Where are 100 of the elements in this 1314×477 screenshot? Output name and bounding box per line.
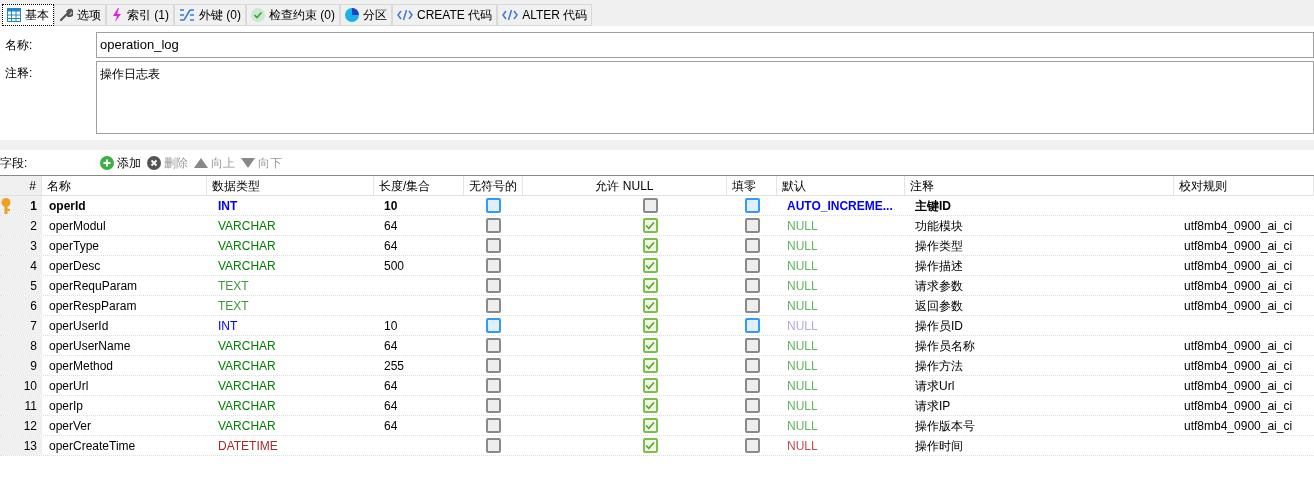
table-cell: 操作员名称 (915, 338, 975, 353)
bolt-icon (111, 8, 123, 22)
checkbox[interactable] (744, 238, 760, 253)
table-row[interactable]: 11 operIp VARCHAR 64 NULL 请求IP utf8mb4_0900_ai_ci (0, 396, 1314, 416)
tab[interactable]: 基本 (2, 4, 54, 26)
name-field[interactable]: operation_log (96, 32, 1314, 58)
checkbox[interactable] (486, 278, 501, 293)
checkbox[interactable] (744, 398, 760, 413)
table-row[interactable]: 1 operId INT 10 AUTO_INCREME... 主键ID (0, 196, 1314, 216)
table-row[interactable]: 3 operType VARCHAR 64 NULL 操作类型 utf8mb4_0900_ai_ci (0, 236, 1314, 256)
column-header[interactable]: 数据类型 (207, 176, 374, 195)
checkbox[interactable] (486, 338, 501, 353)
table-row[interactable]: 5 operRequParam TEXT NULL 请求参数 utf8mb4_0900_ai_ci (0, 276, 1314, 296)
checkbox[interactable] (486, 358, 501, 373)
column-header[interactable]: 填零 (727, 176, 777, 195)
tab[interactable]: 外键 (0) (174, 4, 246, 26)
table-cell: VARCHAR (218, 338, 276, 353)
tab[interactable]: 检查约束 (0) (246, 4, 340, 26)
table-cell: NULL (787, 378, 818, 393)
table-cell: DATETIME (218, 438, 278, 453)
table-row[interactable]: 8 operUserName VARCHAR 64 NULL 操作员名称 utf8mb4_0900_ai_ci (0, 336, 1314, 356)
table-cell: operIp (49, 398, 84, 413)
table-cell: utf8mb4_0900_ai_ci (1184, 238, 1293, 253)
checkbox[interactable] (486, 378, 501, 393)
column-header[interactable]: 默认 (777, 176, 905, 195)
checkbox[interactable] (486, 438, 501, 453)
checkbox[interactable] (486, 318, 501, 333)
comment-field[interactable]: 操作日志表 (96, 61, 1314, 134)
checkbox[interactable] (642, 338, 658, 353)
table-cell: operUserId (49, 318, 109, 333)
tab[interactable]: CREATE 代码 (392, 4, 498, 26)
checkbox[interactable] (642, 318, 658, 333)
table-cell: operId (49, 198, 86, 213)
table-cell: NULL (787, 318, 818, 333)
checkbox[interactable] (642, 418, 658, 433)
row-number: 9 (30, 357, 37, 375)
checkbox[interactable] (642, 378, 658, 393)
row-number: 8 (30, 337, 37, 355)
checkbox[interactable] (642, 278, 658, 293)
column-header[interactable]: 允许 NULL (523, 176, 727, 195)
table-row[interactable]: 2 operModul VARCHAR 64 NULL 功能模块 utf8mb4_0900_ai_ci (0, 216, 1314, 236)
relation-icon (179, 8, 195, 22)
checkbox[interactable] (744, 358, 760, 373)
checkbox[interactable] (744, 438, 760, 453)
table-cell: 64 (384, 338, 398, 353)
checkbox[interactable] (744, 278, 760, 293)
table-row[interactable]: 13 operCreateTime DATETIME NULL 操作时间 (0, 436, 1314, 456)
checkbox[interactable] (486, 258, 501, 273)
checkbox[interactable] (642, 438, 658, 453)
column-header[interactable]: 名称 (42, 176, 207, 195)
checkbox[interactable] (486, 398, 501, 413)
table-row[interactable]: 12 operVer VARCHAR 64 NULL 操作版本号 utf8mb4_0900_ai_ci (0, 416, 1314, 436)
checkbox[interactable] (744, 318, 760, 333)
table-cell: AUTO_INCREME... (787, 198, 893, 213)
checkbox[interactable] (744, 298, 760, 313)
checkbox[interactable] (642, 398, 658, 413)
checkbox[interactable] (744, 198, 760, 213)
tab[interactable]: 选项 (54, 4, 106, 26)
checkbox[interactable] (642, 198, 658, 213)
table-cell: VARCHAR (218, 378, 276, 393)
checkbox[interactable] (744, 258, 760, 273)
table-cell: 10 (384, 198, 398, 213)
add-icon (100, 155, 114, 170)
checkbox[interactable] (642, 298, 658, 313)
table-cell: 功能模块 (915, 218, 963, 233)
checkbox[interactable] (486, 198, 501, 213)
toolbar-button[interactable]: 添加 (100, 153, 141, 172)
checkbox[interactable] (642, 258, 658, 273)
checkbox[interactable] (744, 378, 760, 393)
checkbox[interactable] (744, 418, 760, 433)
code-icon (502, 9, 519, 21)
checkbox[interactable] (744, 218, 760, 233)
row-number: 13 (23, 437, 37, 455)
column-header[interactable]: # (0, 176, 42, 195)
tab[interactable]: 分区 (340, 4, 392, 26)
wrench-icon (59, 8, 73, 22)
checkbox[interactable] (486, 298, 501, 313)
table-row[interactable]: 10 operUrl VARCHAR 64 NULL 请求Url utf8mb4_0900_ai_ci (0, 376, 1314, 396)
checkbox[interactable] (486, 218, 501, 233)
table-cell: NULL (787, 218, 818, 233)
table-cell: operCreateTime (49, 438, 136, 453)
table-row[interactable]: 4 operDesc VARCHAR 500 NULL 操作描述 utf8mb4_0900_ai_ci (0, 256, 1314, 276)
table-row[interactable]: 9 operMethod VARCHAR 255 NULL 操作方法 utf8mb4_0900_ai_ci (0, 356, 1314, 376)
table-row[interactable]: 7 operUserId INT 10 NULL 操作员ID (0, 316, 1314, 336)
table-cell: INT (218, 198, 238, 213)
checkbox[interactable] (642, 218, 658, 233)
column-header[interactable]: 注释 (905, 176, 1174, 195)
checkbox[interactable] (642, 358, 658, 373)
checkbox[interactable] (744, 338, 760, 353)
table-cell: 500 (384, 258, 405, 273)
checkbox[interactable] (486, 418, 501, 433)
column-header[interactable]: 无符号的 (464, 176, 523, 195)
checkbox[interactable] (642, 238, 658, 253)
column-header[interactable]: 长度/集合 (374, 176, 464, 195)
tab[interactable]: ALTER 代码 (497, 4, 593, 26)
table-cell: VARCHAR (218, 258, 276, 273)
column-header[interactable]: 校对规则 (1174, 176, 1314, 195)
table-row[interactable]: 6 operRespParam TEXT NULL 返回参数 utf8mb4_0900_ai_ci (0, 296, 1314, 316)
checkbox[interactable] (486, 238, 501, 253)
tab[interactable]: 索引 (1) (106, 4, 174, 26)
